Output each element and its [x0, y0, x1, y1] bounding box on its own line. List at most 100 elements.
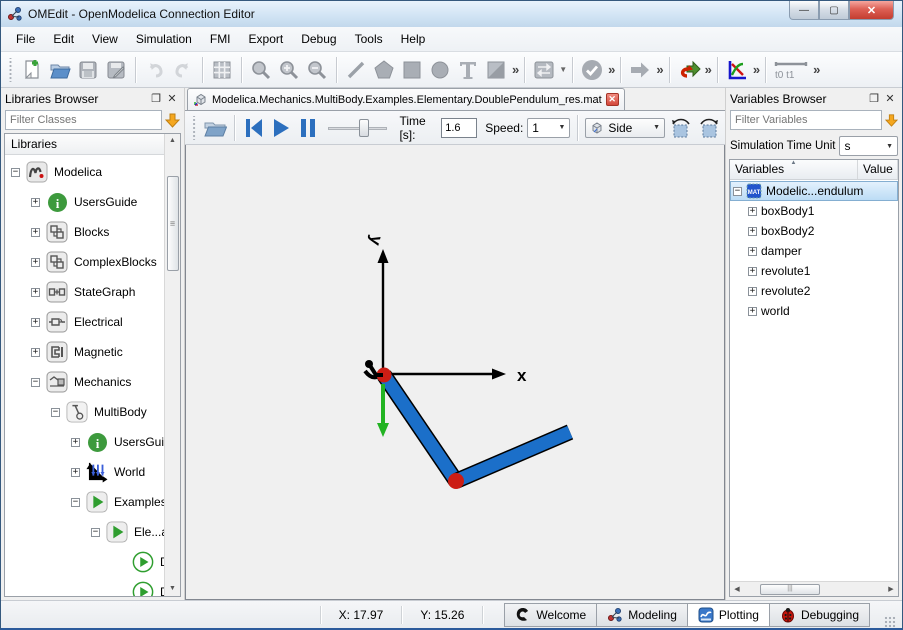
expander[interactable]: +	[748, 267, 757, 276]
instantiate-button[interactable]	[626, 56, 654, 84]
library-item-multibody-usersguide[interactable]: + i UsersGuide	[5, 427, 163, 457]
variable-row-damper[interactable]: + damper	[730, 241, 898, 261]
variable-row-boxbody1[interactable]: + boxBody1	[730, 201, 898, 221]
library-item-elementary[interactable]: − Ele...ary	[5, 517, 163, 547]
expander[interactable]: −	[733, 187, 742, 196]
variable-row-boxbody2[interactable]: + boxBody2	[730, 221, 898, 241]
expander[interactable]: +	[748, 207, 757, 216]
expander[interactable]: −	[51, 408, 60, 417]
slider-thumb[interactable]	[359, 119, 369, 137]
view-combobox[interactable]: Side ▼	[585, 118, 665, 138]
expander[interactable]: +	[748, 247, 757, 256]
connect-mode-dropdown-caret[interactable]: ▼	[559, 65, 567, 74]
expander[interactable]: +	[31, 198, 40, 207]
undo-button[interactable]	[141, 56, 169, 84]
rectangle-shape-button[interactable]	[398, 56, 426, 84]
scroll-left-icon[interactable]: ◀	[730, 585, 744, 593]
menu-export[interactable]: Export	[240, 28, 293, 50]
play-button[interactable]	[269, 115, 292, 141]
minimize-button[interactable]: —	[789, 1, 819, 20]
menu-fmi[interactable]: FMI	[201, 28, 240, 50]
title-bar[interactable]: OMEdit - OpenModelica Connection Editor …	[1, 1, 902, 27]
time-unit-combobox[interactable]: s ▼	[839, 136, 898, 156]
library-item-usersguide[interactable]: + i UsersGuide	[5, 187, 163, 217]
open-model-button[interactable]	[46, 56, 74, 84]
perspective-tab-welcome[interactable]: Welcome	[504, 603, 597, 627]
result-file-tab[interactable]: Modelica.Mechanics.MultiBody.Examples.El…	[187, 88, 625, 110]
rotate-cw-button[interactable]	[697, 115, 721, 141]
filter-expand-icon[interactable]	[165, 113, 180, 128]
filter-classes-input[interactable]	[5, 110, 162, 130]
check-model-button[interactable]	[578, 56, 606, 84]
animation-time-slider[interactable]	[328, 118, 388, 138]
library-item-modelica[interactable]: − Modelica	[5, 157, 163, 187]
library-item-mechanics[interactable]: − Mechanics	[5, 367, 163, 397]
scrollbar-thumb[interactable]	[760, 584, 820, 595]
redo-button[interactable]	[169, 56, 197, 84]
zoom-fit-button[interactable]	[247, 56, 275, 84]
re-simulate-button[interactable]	[675, 56, 703, 84]
skip-to-start-button[interactable]	[242, 115, 265, 141]
expander[interactable]: +	[31, 318, 40, 327]
perspective-tab-debugging[interactable]: Debugging	[769, 603, 870, 627]
polygon-shape-button[interactable]	[370, 56, 398, 84]
filter-expand-icon[interactable]	[885, 113, 898, 128]
library-item-world[interactable]: + World	[5, 457, 163, 487]
variable-row-revolute1[interactable]: + revolute1	[730, 261, 898, 281]
time-input[interactable]	[441, 118, 477, 138]
library-item-complexblocks[interactable]: + ComplexBlocks	[5, 247, 163, 277]
menu-help[interactable]: Help	[392, 28, 435, 50]
expander[interactable]: +	[71, 468, 80, 477]
scrollbar-thumb[interactable]	[167, 176, 179, 271]
zoom-in-button[interactable]	[275, 56, 303, 84]
variables-column-header[interactable]: ▲ Variables	[730, 160, 858, 179]
connect-mode-button[interactable]	[530, 56, 558, 84]
resimulate-overflow-chevron[interactable]: »	[703, 62, 712, 77]
expander[interactable]: +	[748, 227, 757, 236]
perspective-tab-modeling[interactable]: Modeling	[596, 603, 688, 627]
text-shape-button[interactable]	[454, 56, 482, 84]
ellipse-shape-button[interactable]	[426, 56, 454, 84]
pause-button[interactable]	[296, 115, 319, 141]
toolbar-drag-handle[interactable]	[8, 58, 13, 82]
zoom-out-button[interactable]	[303, 56, 331, 84]
expander[interactable]: +	[748, 307, 757, 316]
line-shape-button[interactable]	[342, 56, 370, 84]
libraries-close-icon[interactable]: ✕	[164, 92, 180, 105]
scroll-right-icon[interactable]: ▶	[884, 585, 898, 593]
library-item-magnetic[interactable]: + Magnetic	[5, 337, 163, 367]
instantiate-overflow-chevron[interactable]: »	[654, 62, 663, 77]
close-button[interactable]: ✕	[849, 1, 894, 20]
variables-hscrollbar[interactable]: ◀ ▶	[730, 581, 898, 596]
expander[interactable]: −	[71, 498, 80, 507]
expander[interactable]: +	[748, 287, 757, 296]
expander[interactable]: +	[31, 258, 40, 267]
menu-tools[interactable]: Tools	[346, 28, 392, 50]
resize-grip[interactable]	[884, 616, 896, 628]
save-as-button[interactable]	[102, 56, 130, 84]
variables-float-icon[interactable]: ❐	[866, 92, 882, 105]
plot-window-button[interactable]	[723, 56, 751, 84]
expander[interactable]: +	[71, 438, 80, 447]
menu-file[interactable]: File	[7, 28, 44, 50]
expander[interactable]: −	[11, 168, 20, 177]
scroll-up-icon[interactable]: ▲	[165, 134, 180, 148]
filter-variables-input[interactable]	[730, 110, 882, 130]
variables-close-icon[interactable]: ✕	[882, 92, 898, 105]
expander[interactable]: +	[31, 228, 40, 237]
bitmap-shape-button[interactable]	[482, 56, 510, 84]
libraries-float-icon[interactable]: ❐	[148, 92, 164, 105]
tab-close-icon[interactable]: ✕	[606, 93, 619, 106]
menu-edit[interactable]: Edit	[44, 28, 83, 50]
simulation-time-t0-t1-button[interactable]: t0 t1	[771, 56, 811, 84]
expander[interactable]: −	[91, 528, 100, 537]
maximize-button[interactable]: ▢	[819, 1, 849, 20]
value-column-header[interactable]: Value	[858, 160, 898, 179]
animation-viewport[interactable]: y x	[185, 145, 725, 600]
expander[interactable]: −	[31, 378, 40, 387]
perspective-tab-plotting[interactable]: Plotting	[687, 603, 770, 627]
shapes-overflow-chevron[interactable]: »	[510, 62, 519, 77]
scroll-down-icon[interactable]: ▼	[165, 582, 180, 596]
library-item-blocks[interactable]: + Blocks	[5, 217, 163, 247]
menu-simulation[interactable]: Simulation	[127, 28, 201, 50]
